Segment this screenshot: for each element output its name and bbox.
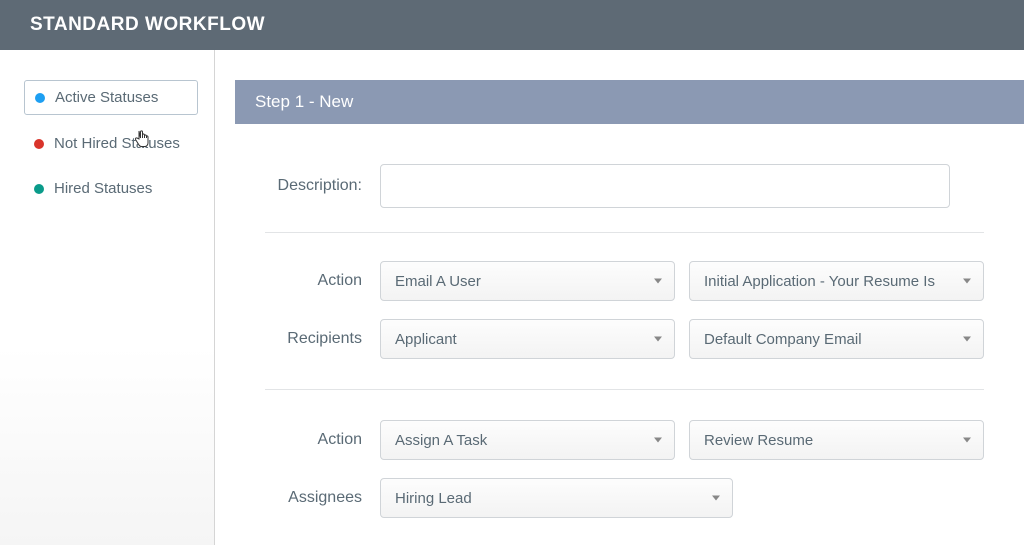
sidebar-item-label: Hired Statuses — [54, 180, 152, 197]
form-controls: Email A User Initial Application - Your … — [380, 261, 984, 301]
assignees-row: Assignees Hiring Lead — [265, 478, 984, 518]
recipients-label: Recipients — [265, 330, 380, 348]
sidebar-item-not-hired-statuses[interactable]: Not Hired Statuses — [24, 127, 198, 160]
assignee-select[interactable]: Hiring Lead — [380, 478, 733, 518]
select-value: Initial Application - Your Resume Is — [704, 273, 935, 290]
sidebar: Active Statuses Not Hired Statuses Hired… — [0, 50, 215, 545]
step-header: Step 1 - New — [235, 80, 1024, 124]
status-dot-icon — [35, 93, 45, 103]
form-controls: Applicant Default Company Email — [380, 319, 984, 359]
sidebar-item-label: Active Statuses — [55, 89, 158, 106]
page-header: STANDARD WORKFLOW — [0, 0, 1024, 50]
content-area: Step 1 - New Description: Action Email A… — [215, 50, 1024, 545]
description-row: Description: — [265, 164, 984, 208]
step-title: Step 1 - New — [255, 92, 353, 111]
assignees-label: Assignees — [265, 489, 380, 507]
sidebar-item-hired-statuses[interactable]: Hired Statuses — [24, 172, 198, 205]
select-value: Applicant — [395, 331, 457, 348]
form-controls — [380, 164, 984, 208]
action-row: Action Email A User Initial Application … — [265, 261, 984, 301]
action-label: Action — [265, 272, 380, 290]
task-select[interactable]: Review Resume — [689, 420, 984, 460]
action-type-select[interactable]: Email A User — [380, 261, 675, 301]
recipient-select[interactable]: Applicant — [380, 319, 675, 359]
select-value: Hiring Lead — [395, 490, 472, 507]
action-type-select[interactable]: Assign A Task — [380, 420, 675, 460]
select-value: Email A User — [395, 273, 481, 290]
chevron-down-icon — [654, 279, 662, 284]
recipients-row: Recipients Applicant Default Company Ema… — [265, 319, 984, 359]
select-value: Review Resume — [704, 432, 813, 449]
action-label: Action — [265, 431, 380, 449]
divider — [265, 389, 984, 390]
select-value: Default Company Email — [704, 331, 862, 348]
select-value: Assign A Task — [395, 432, 487, 449]
action-template-select[interactable]: Initial Application - Your Resume Is — [689, 261, 984, 301]
main-container: Active Statuses Not Hired Statuses Hired… — [0, 50, 1024, 545]
status-dot-icon — [34, 139, 44, 149]
chevron-down-icon — [963, 438, 971, 443]
chevron-down-icon — [963, 337, 971, 342]
chevron-down-icon — [963, 279, 971, 284]
form-area: Description: Action Email A User Initial… — [235, 124, 1024, 545]
form-controls: Hiring Lead — [380, 478, 733, 518]
description-input[interactable] — [380, 164, 950, 208]
divider — [265, 232, 984, 233]
description-label: Description: — [265, 177, 380, 195]
sidebar-item-label: Not Hired Statuses — [54, 135, 180, 152]
chevron-down-icon — [712, 496, 720, 501]
page-title: STANDARD WORKFLOW — [30, 14, 265, 35]
status-dot-icon — [34, 184, 44, 194]
chevron-down-icon — [654, 337, 662, 342]
form-controls: Assign A Task Review Resume — [380, 420, 984, 460]
chevron-down-icon — [654, 438, 662, 443]
sidebar-item-active-statuses[interactable]: Active Statuses — [24, 80, 198, 115]
action-row: Action Assign A Task Review Resume — [265, 420, 984, 460]
sender-email-select[interactable]: Default Company Email — [689, 319, 984, 359]
